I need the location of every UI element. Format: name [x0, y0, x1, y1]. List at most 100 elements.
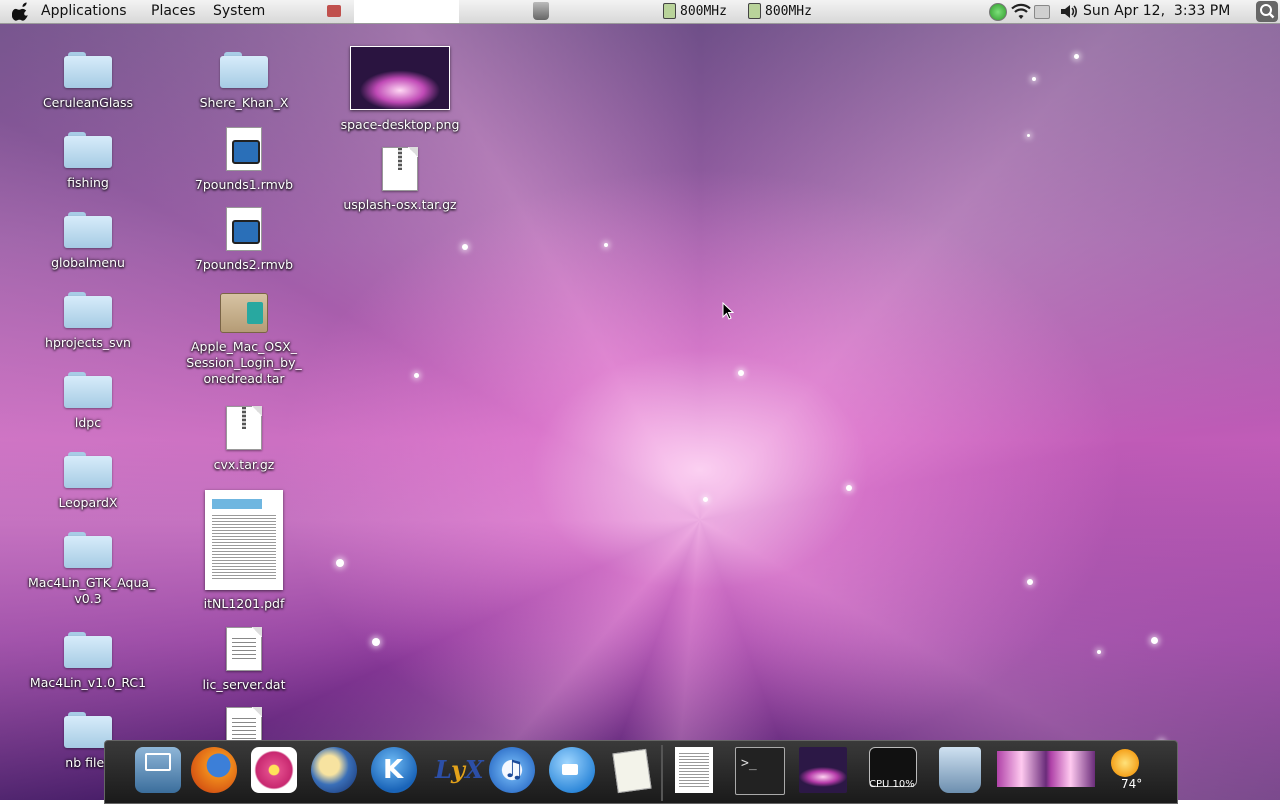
dock: K LyX ♫ >_ CPU 10% 74° [104, 740, 1178, 804]
dock-item-firefox[interactable] [191, 747, 237, 793]
desktop-folder[interactable]: Mac4Lin_GTK_Aqua_ v0.3 [28, 532, 155, 607]
volume-icon[interactable] [1060, 3, 1078, 20]
dictionary-icon[interactable] [327, 5, 341, 17]
dock-item-video-chat[interactable] [549, 747, 595, 793]
desktop-folder[interactable]: ldpc [28, 372, 148, 431]
folder-icon [64, 452, 112, 488]
desktop-folder[interactable]: globalmenu [28, 212, 148, 271]
dock-item-lyx[interactable]: LyX [431, 747, 484, 793]
clock[interactable]: Sun Apr 12, 3:33 PM [1083, 2, 1230, 21]
dock-weather[interactable] [1111, 749, 1139, 777]
tar-archive-icon [220, 293, 268, 333]
desktop-file-pdf[interactable]: itNL1201.pdf [184, 490, 304, 612]
dock-item-kde[interactable]: K [371, 747, 417, 793]
image-thumbnail-icon [350, 46, 450, 110]
desktop-folder[interactable]: CeruleanGlass [28, 52, 148, 111]
icon-label: cvx.tar.gz [213, 457, 275, 472]
dock-window-terminal[interactable]: >_ [735, 747, 785, 795]
menu-applications[interactable]: Applications [41, 2, 127, 21]
cpu-frequency-2: 800MHz [765, 4, 812, 19]
cpu-frequency-1: 800MHz [680, 4, 727, 19]
icon-label: Apple_Mac_OSX_ Session_Login_by_ onedrea… [186, 339, 302, 386]
pdf-thumbnail-icon [205, 490, 283, 590]
desktop-file-image[interactable]: space-desktop.png [340, 46, 460, 133]
dock-item-text-editor[interactable] [609, 747, 655, 794]
desktop-folder[interactable]: Mac4Lin_v1.0_RC1 [28, 632, 148, 691]
desktop-folder[interactable]: Shere_Khan_X [184, 52, 304, 111]
zip-file-icon [382, 147, 418, 191]
terminal-icon: >_ [741, 756, 757, 771]
star [1097, 650, 1101, 654]
icon-label: 7pounds2.rmvb [194, 257, 294, 272]
dock-workspace-switcher[interactable] [997, 751, 1095, 787]
star [414, 373, 419, 378]
folder-icon [64, 132, 112, 168]
dock-window-image-viewer[interactable] [799, 747, 847, 793]
lyx-icon: LyX [435, 755, 484, 784]
battery-icon[interactable] [1034, 5, 1050, 19]
dock-item-show-desktop[interactable] [135, 747, 181, 793]
desktop-file-video[interactable]: 7pounds2.rmvb [184, 207, 304, 273]
dock-window-document[interactable] [675, 747, 713, 793]
trash-icon[interactable] [533, 2, 549, 20]
document-preview-icon [679, 753, 709, 787]
desktop-file-video[interactable]: 7pounds1.rmvb [184, 127, 304, 193]
top-panel: Applications Places System 800MHz 800MHz… [0, 0, 1280, 24]
desktop-folder[interactable]: LeopardX [28, 452, 148, 511]
dock-trash-applet[interactable] [939, 747, 981, 793]
star [1032, 77, 1036, 81]
network-status-icon[interactable] [989, 3, 1007, 21]
window-list-item[interactable] [354, 0, 459, 23]
icon-label: hprojects_svn [45, 335, 131, 350]
dock-item-music-player[interactable]: ♫ [489, 747, 535, 793]
icon-label: Shere_Khan_X [199, 95, 289, 110]
menu-system[interactable]: System [213, 2, 265, 21]
star [1027, 134, 1030, 137]
folder-icon [64, 372, 112, 408]
icon-label: space-desktop.png [340, 117, 460, 132]
star [1074, 54, 1079, 59]
folder-icon [64, 212, 112, 248]
icon-label: globalmenu [51, 255, 125, 270]
video-file-icon [226, 127, 262, 171]
cpu-frequency-icon[interactable] [748, 3, 761, 19]
camera-icon [562, 764, 578, 775]
pen-paper-icon [612, 748, 652, 794]
icon-label: ldpc [74, 415, 102, 430]
star [738, 370, 744, 376]
menu-places[interactable]: Places [151, 2, 196, 21]
kde-icon: K [383, 755, 404, 785]
dock-item-photo-app[interactable] [251, 747, 297, 793]
show-desktop-icon [145, 753, 171, 771]
folder-icon [220, 52, 268, 88]
icon-label: 7pounds1.rmvb [194, 177, 294, 192]
mouse-cursor-icon [722, 302, 734, 320]
icon-label: lic_server.dat [202, 677, 286, 692]
dock-item-thunderbird[interactable] [311, 747, 357, 793]
star [1027, 579, 1033, 585]
folder-icon [64, 632, 112, 668]
icon-label: usplash-osx.tar.gz [343, 197, 457, 212]
music-note-icon: ♫ [503, 755, 525, 783]
cpu-usage-label: CPU 10% [869, 779, 915, 790]
icon-label: Mac4Lin_v1.0_RC1 [29, 675, 147, 690]
wifi-icon[interactable] [1011, 3, 1031, 20]
video-file-icon [226, 207, 262, 251]
folder-icon [64, 52, 112, 88]
cpu-frequency-icon[interactable] [663, 3, 676, 19]
folder-icon [64, 532, 112, 568]
desktop-folder[interactable]: hprojects_svn [28, 292, 148, 351]
spotlight-search-button[interactable] [1256, 1, 1278, 22]
text-file-icon [226, 627, 262, 671]
desktop-file-archive[interactable]: usplash-osx.tar.gz [340, 147, 460, 213]
apple-icon[interactable] [12, 1, 32, 21]
desktop-file-archive[interactable]: Apple_Mac_OSX_ Session_Login_by_ onedrea… [184, 293, 304, 387]
dock-separator [661, 745, 663, 801]
star [703, 497, 708, 502]
star [846, 485, 852, 491]
folder-icon [64, 292, 112, 328]
desktop-file-archive[interactable]: cvx.tar.gz [184, 406, 304, 473]
desktop-folder[interactable]: fishing [28, 132, 148, 191]
desktop-file-text[interactable]: lic_server.dat [184, 627, 304, 693]
star [1151, 637, 1158, 644]
